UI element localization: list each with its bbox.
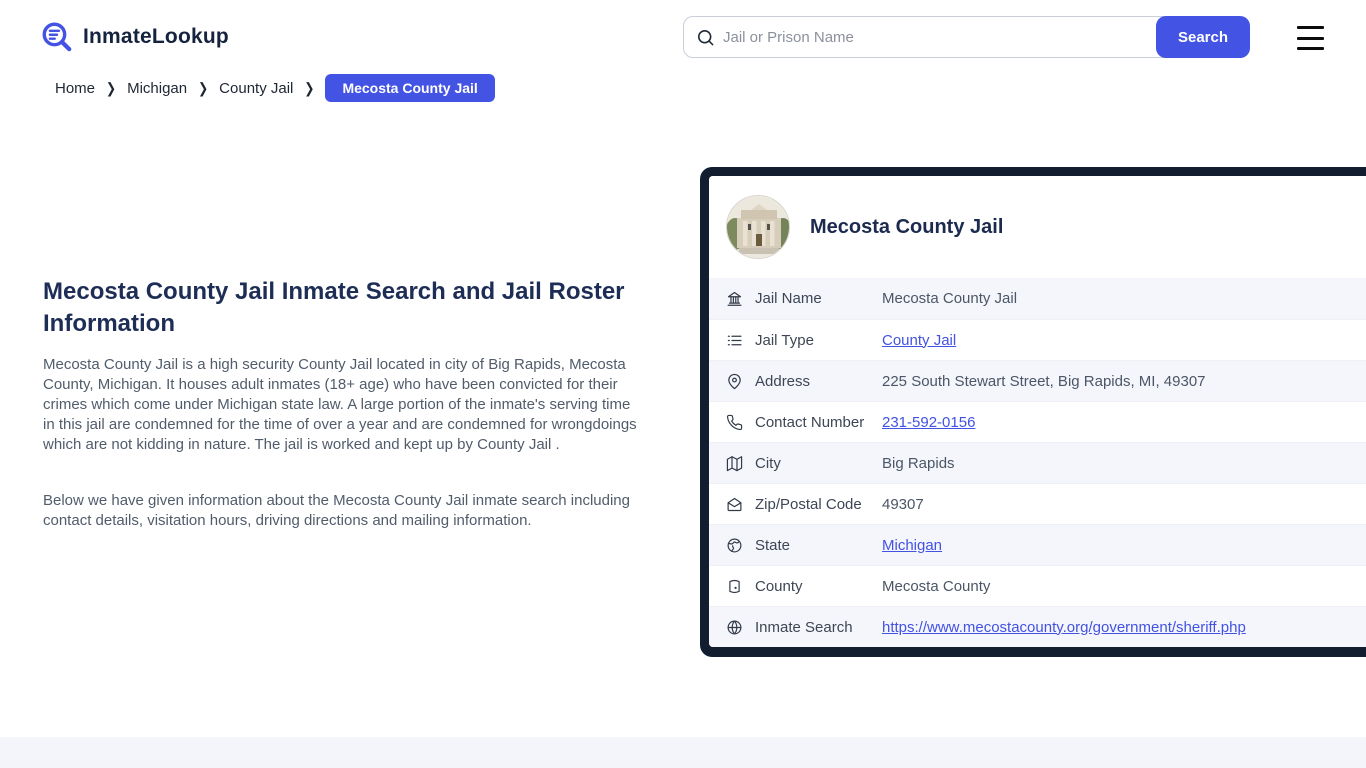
footer-strip (0, 737, 1366, 768)
table-row-contact-number: Contact Number 231-592-0156 (709, 401, 1366, 442)
brand-logo[interactable]: InmateLookup (40, 20, 229, 54)
chevron-right-icon: ❯ (198, 79, 209, 97)
mail-open-icon (726, 496, 743, 513)
breadcrumb-current-badge: Mecosta County Jail (325, 74, 495, 102)
table-row-zip: Zip/Postal Code 49307 (709, 483, 1366, 524)
jail-info-card: Mecosta County Jail Jail Name Mecosta Co… (700, 167, 1366, 657)
jail-info-table: Jail Name Mecosta County Jail Jail Type … (709, 278, 1366, 647)
phone-icon (726, 414, 743, 431)
search-bar: Search (683, 16, 1250, 58)
jail-info-card-inner: Mecosta County Jail Jail Name Mecosta Co… (709, 176, 1366, 647)
magnifier-list-icon (40, 20, 74, 54)
row-label: City (755, 454, 781, 472)
brand-name: InmateLookup (83, 25, 229, 48)
table-row-jail-type: Jail Type County Jail (709, 319, 1366, 360)
state-link[interactable]: Michigan (882, 537, 942, 554)
row-value: Big Rapids (882, 454, 955, 472)
chevron-right-icon: ❯ (304, 79, 315, 97)
table-row-county: County Mecosta County (709, 565, 1366, 606)
row-label: Contact Number (755, 413, 865, 431)
row-label: Zip/Postal Code (755, 495, 862, 513)
row-label: State (755, 536, 791, 554)
row-label: Jail Name (755, 290, 822, 307)
map-icon (726, 455, 743, 472)
table-row-address: Address 225 South Stewart Street, Big Ra… (709, 360, 1366, 401)
jail-card-title: Mecosta County Jail (810, 215, 1004, 238)
row-value: 49307 (882, 495, 924, 513)
table-row-city: City Big Rapids (709, 442, 1366, 483)
county-map-icon (726, 578, 743, 595)
list-icon (726, 332, 743, 349)
breadcrumb: Home ❯ Michigan ❯ County Jail ❯ Mecosta … (55, 74, 495, 102)
table-row-jail-name: Jail Name Mecosta County Jail (709, 278, 1366, 319)
map-pin-icon (726, 373, 743, 390)
table-row-state: State Michigan (709, 524, 1366, 565)
earth-icon (726, 537, 743, 554)
menu-line (1297, 36, 1324, 40)
intro-paragraph: Mecosta County Jail is a high security C… (43, 356, 637, 453)
page: InmateLookup Search Home ❯ Michigan ❯ Co… (0, 0, 1366, 768)
jail-type-link[interactable]: County Jail (882, 332, 956, 349)
row-value: 225 South Stewart Street, Big Rapids, MI… (882, 372, 1206, 390)
bank-icon (726, 290, 743, 307)
row-label: Address (755, 372, 811, 390)
jail-card-header: Mecosta County Jail (709, 176, 1366, 278)
breadcrumb-michigan[interactable]: Michigan (127, 80, 187, 97)
breadcrumb-home[interactable]: Home (55, 80, 95, 97)
row-value: Mecosta County (882, 577, 991, 595)
search-input[interactable] (715, 17, 1156, 57)
row-value: Mecosta County Jail (882, 290, 1018, 307)
row-label: County (755, 577, 803, 595)
search-icon (696, 28, 715, 47)
info-paragraph: Below we have given information about th… (43, 492, 630, 529)
row-label: Inmate Search (755, 618, 853, 636)
contact-number-link[interactable]: 231-592-0156 (882, 414, 975, 431)
jail-building-photo (726, 195, 790, 259)
breadcrumb-county-jail[interactable]: County Jail (219, 80, 293, 97)
chevron-right-icon: ❯ (106, 79, 117, 97)
menu-line (1297, 26, 1324, 29)
inmate-search-link[interactable]: https://www.mecostacounty.org/government… (882, 619, 1246, 636)
menu-icon[interactable] (1297, 26, 1325, 50)
globe-icon (726, 619, 743, 636)
page-title: Mecosta County Jail Inmate Search and Ja… (43, 278, 625, 337)
menu-line (1297, 47, 1324, 50)
search-button[interactable]: Search (1156, 16, 1250, 58)
row-label: Jail Type (755, 331, 814, 349)
table-row-inmate-search: Inmate Search https://www.mecostacounty.… (709, 606, 1366, 647)
